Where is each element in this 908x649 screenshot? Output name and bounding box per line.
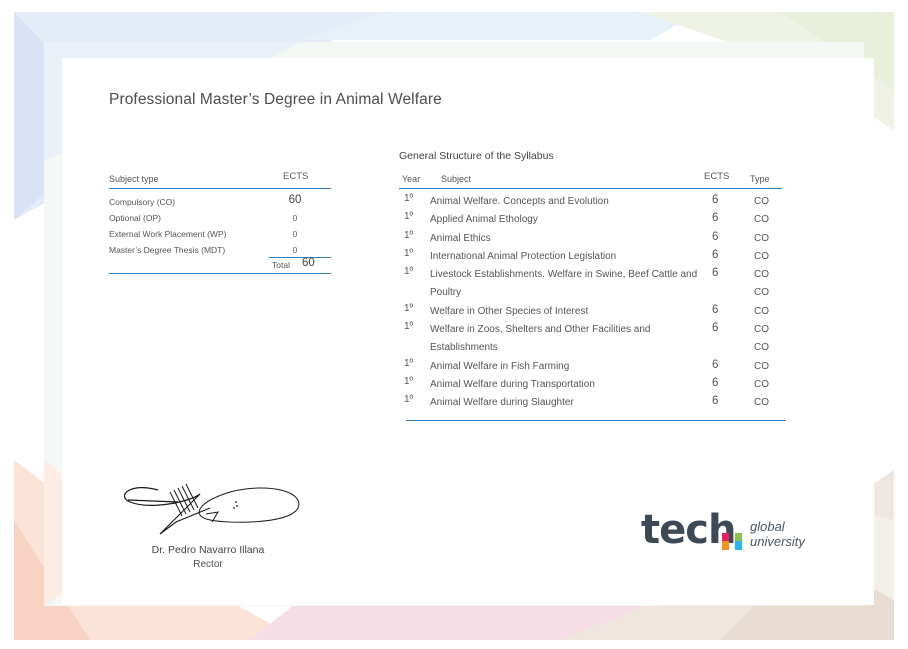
signatory-name: Dr. Pedro Navarro Illana [151, 544, 265, 556]
syllabus-bottom-rule [406, 420, 786, 421]
row-ects: 6 [712, 267, 719, 280]
row-subject: Welfare in Zoos, Shelters and Other Faci… [430, 324, 651, 354]
table-row: 1º Animal Ethics 6 CO [404, 230, 786, 248]
row-ects: 6 [712, 303, 719, 316]
row-type: CO [754, 269, 769, 281]
row-subject: Welfare in Other Species of Interest [430, 305, 589, 317]
row-ects: 6 [712, 395, 719, 408]
summary-row-value: 0 [292, 214, 298, 223]
summary-row-value: 60 [288, 194, 302, 206]
ects-column-header: ECTS [704, 171, 730, 182]
summary-row-value: 0 [292, 246, 298, 255]
page-title: Professional Master’s Degree in Animal W… [109, 91, 442, 108]
table-row: 1º Livestock Establishments. Welfare in … [404, 266, 786, 303]
row-year: 1º [404, 357, 414, 369]
subject-type-header: Subject type [109, 174, 159, 184]
type-header: Type [750, 174, 770, 184]
row-subject: International Animal Protection Legislat… [430, 250, 617, 262]
row-year: 1º [404, 394, 414, 406]
summary-header: Subject type ECTS [109, 170, 331, 189]
row-year: 1º [404, 193, 414, 204]
row-ects: 6 [712, 212, 719, 225]
row-type: CO [754, 305, 769, 317]
table-row: 1º Applied Animal Ethology 6 CO [404, 211, 786, 229]
row-ects: 6 [712, 358, 719, 371]
row-year: 1º [404, 321, 414, 333]
syllabus-table: 1º Animal Welfare. Concepts and Evolutio… [404, 193, 786, 413]
ects-header: ECTS [283, 171, 309, 182]
row-type-continued: CO [754, 287, 769, 299]
total-value: 60 [302, 257, 315, 269]
row-subject: Animal Welfare during Slaughter [430, 397, 574, 409]
row-type: CO [754, 214, 769, 226]
table-row: 1º Welfare in Other Species of Interest … [404, 303, 786, 321]
row-ects: 6 [712, 248, 719, 261]
summary-row: Compulsory (CO) 60 [109, 193, 331, 209]
table-row: 1º Animal Welfare. Concepts and Evolutio… [404, 193, 786, 211]
syllabus-title: General Structure of the Syllabus [399, 150, 554, 162]
summary-row: Master’s Degree Thesis (MDT) 0 [109, 241, 331, 257]
row-year: 1º [404, 229, 414, 241]
row-subject: Livestock Establishments. Welfare in Swi… [430, 269, 698, 299]
row-ects: 6 [712, 376, 719, 389]
row-type: CO [754, 397, 769, 409]
row-type-continued: CO [754, 342, 769, 354]
summary-row: Optional (OP) 0 [109, 209, 331, 225]
row-type: CO [754, 324, 769, 336]
row-subject: Animal Ethics [430, 232, 491, 244]
syllabus-header: Year Subject ECTS Type [399, 168, 782, 189]
row-type: CO [754, 196, 769, 207]
summary-row-label: Compulsory (CO) [109, 197, 176, 207]
table-row: 1º Animal Welfare during Transportation … [404, 376, 786, 394]
summary-row-label: Master’s Degree Thesis (MDT) [109, 245, 226, 255]
tech-logo: tech global university [641, 505, 816, 555]
signature-image [124, 483, 300, 535]
table-row: 1º International Animal Protection Legis… [404, 248, 786, 266]
total-label: Total [272, 260, 290, 270]
row-year: 1º [404, 211, 414, 223]
row-year: 1º [404, 266, 414, 278]
row-type: CO [754, 250, 769, 262]
logo-subtitle-university: university [750, 534, 805, 549]
subject-header: Subject [441, 174, 472, 184]
row-subject: Animal Welfare in Fish Farming [430, 360, 570, 372]
row-subject: Animal Welfare during Transportation [430, 378, 595, 390]
row-type: CO [754, 360, 769, 372]
row-ects: 6 [712, 230, 719, 243]
row-ects: 6 [712, 322, 719, 335]
year-header: Year [402, 174, 421, 184]
summary-total-row: Total 60 [109, 257, 331, 274]
row-type: CO [754, 232, 769, 244]
total-divider [269, 257, 331, 258]
summary-row-value: 0 [292, 230, 298, 239]
summary-row: External Work Placement (WP) 0 [109, 225, 331, 241]
row-type: CO [754, 378, 769, 390]
table-row: 1º Welfare in Zoos, Shelters and Other F… [404, 321, 786, 358]
row-ects: 6 [712, 194, 719, 206]
table-row: 1º Animal Welfare during Slaughter 6 CO [404, 394, 786, 412]
ects-summary-table: Subject type ECTS Compulsory (CO) 60 Opt… [109, 170, 331, 274]
row-subject: Applied Animal Ethology [430, 214, 538, 226]
summary-row-label: External Work Placement (WP) [109, 229, 227, 239]
row-year: 1º [404, 247, 414, 259]
logo-subtitle-global: global [750, 519, 785, 534]
row-year: 1º [404, 375, 414, 387]
row-subject: Animal Welfare. Concepts and Evolution [430, 196, 609, 207]
table-row: 1º Animal Welfare in Fish Farming 6 CO [404, 358, 786, 376]
logo-h-accent-icon [722, 533, 742, 550]
summary-row-label: Optional (OP) [109, 213, 161, 223]
signatory-role: Rector [193, 559, 223, 570]
row-year: 1º [404, 302, 414, 314]
